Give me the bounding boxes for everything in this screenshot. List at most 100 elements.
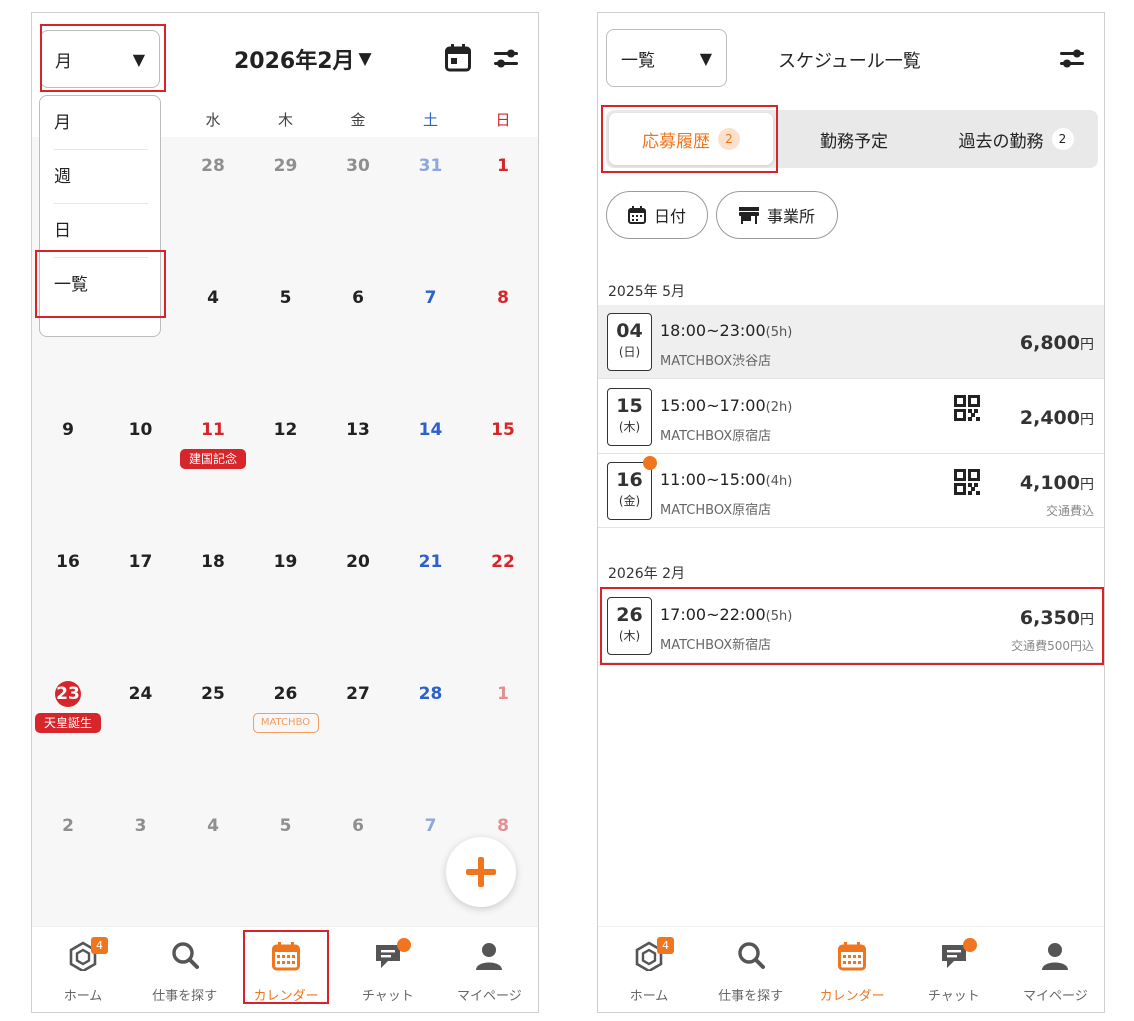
calendar-day-cell[interactable]: 4 [177,269,249,401]
calendar-day-cell[interactable]: 3 [105,797,177,929]
qr-code-icon[interactable] [954,395,980,421]
view-option-0[interactable]: 月 [54,96,148,150]
calendar-day-cell[interactable]: 7 [395,269,467,401]
calendar-day-cell[interactable]: 30 [322,137,394,269]
calendar-day-cell[interactable]: 28 [395,665,467,797]
calendar-day-cell[interactable]: 15 [467,401,538,533]
event-chip[interactable]: MATCHBO [252,713,319,733]
schedule-item[interactable]: 04 (日) 18:00~23:00(5h) MATCHBOX渋谷店 6,800円 [598,305,1104,379]
calendar-day-cell[interactable]: 1 [467,137,538,269]
highlight-calendar-tab [243,930,329,1004]
nav-home[interactable]: 4 ホーム [32,927,134,1012]
calendar-day-cell[interactable]: 26 MATCHBO [250,665,322,797]
calendar-day-cell[interactable]: 11 建国記念 [177,401,249,533]
calendar-day-cell[interactable]: 8 [467,269,538,401]
day-number: 12 [273,420,298,440]
calendar-day-cell[interactable]: 5 [250,797,322,929]
notification-badge: 4 [91,937,108,954]
calendar-day-cell[interactable]: 29 [250,137,322,269]
calendar-day-cell[interactable]: 10 [105,401,177,533]
tab-scheduled-work[interactable]: 勤務予定 [776,110,932,168]
day-number: 4 [207,288,219,308]
duration: (5h) [765,325,793,340]
store-name: MATCHBOX原宿店 [660,503,772,518]
store-name: MATCHBOX渋谷店 [660,354,772,369]
weekday-label: 水 [205,111,221,129]
nav-chat[interactable]: チャット [903,927,1005,1012]
tab-label: 勤務予定 [820,131,888,152]
day-number: 5 [279,816,292,836]
schedule-item[interactable]: 15 (木) 15:00~17:00(2h) MATCHBOX原宿店 2,400円 [598,380,1104,454]
tab-past-work[interactable]: 過去の勤務 2 [936,110,1096,168]
calendar-day-cell[interactable]: 22 [467,533,538,665]
tab-label: 過去の勤務 [958,131,1044,152]
month-section-label: 2026年 2月 [608,566,685,582]
qr-code-icon[interactable] [954,469,980,495]
holiday-label: 建国記念 [180,449,246,469]
bottom-navigation: 4 ホーム 仕事を探す カレンダー チャット マイページ [598,926,1104,1012]
shift-time: 11:00~15:00(4h) [660,470,792,489]
nav-chat[interactable]: チャット [337,927,439,1012]
calendar-day-cell[interactable]: 1 [467,665,538,797]
nav-calendar[interactable]: カレンダー [801,927,903,1012]
calendar-day-cell[interactable]: 19 [250,533,322,665]
date-box: 16 (金) [607,462,652,520]
chevron-down-icon: ▼ [699,48,712,68]
calendar-day-cell[interactable]: 12 [250,401,322,533]
date-day: 16 [616,469,643,491]
calendar-today-icon[interactable] [445,44,471,72]
day-number: 13 [346,420,370,440]
calendar-day-cell[interactable]: 24 [105,665,177,797]
calendar-day-cell[interactable]: 28 [177,137,249,269]
view-mode-select[interactable]: 一覧 ▼ [606,29,727,87]
nav-mypage[interactable]: マイページ [1004,927,1104,1012]
calendar-day-cell[interactable]: 25 [177,665,249,797]
nav-search[interactable]: 仕事を探す [134,927,236,1012]
calendar-day-cell[interactable]: 27 [322,665,394,797]
calendar-day-cell[interactable]: 14 [395,401,467,533]
nav-label: ホーム [63,989,103,1004]
add-button[interactable] [446,837,516,907]
day-number: 3 [134,816,147,836]
schedule-item[interactable]: 16 (金) 11:00~15:00(4h) MATCHBOX原宿店 4,100円 交通費… [598,454,1104,528]
notification-badge: 4 [657,937,674,954]
wage-amount: 2,400円 [1020,407,1094,429]
highlight-application-tab [601,105,778,173]
month-picker[interactable]: 2026年2月 ▼ [234,43,372,75]
calendar-day-cell[interactable]: 6 [322,269,394,401]
day-number: 27 [346,684,370,704]
nav-home[interactable]: 4 ホーム [598,927,700,1012]
calendar-day-cell[interactable]: 5 [250,269,322,401]
nav-mypage[interactable]: マイページ [438,927,538,1012]
filter-icon[interactable] [1060,49,1084,69]
office-filter-button[interactable]: 事業所 [716,191,838,239]
date-filter-button[interactable]: 日付 [606,191,708,239]
filter-icon[interactable] [494,49,518,69]
currency-unit: 円 [1080,337,1094,353]
nav-search[interactable]: 仕事を探す [700,927,802,1012]
day-number: 8 [497,816,509,836]
view-option-1[interactable]: 週 [54,150,148,204]
calendar-day-cell[interactable]: 20 [322,533,394,665]
price-value: 2,400 [1019,407,1080,429]
day-number: 19 [273,552,298,572]
calendar-day-cell[interactable]: 23 天皇誕生 [32,665,104,797]
calendar-day-cell[interactable]: 2 [32,797,104,929]
calendar-day-cell[interactable]: 18 [177,533,249,665]
weekday-label: 日 [495,111,511,129]
calendar-day-cell[interactable]: 6 [322,797,394,929]
calendar-day-cell[interactable]: 16 [32,533,104,665]
date-weekday: (日) [618,345,641,359]
date-box: 04 (日) [607,313,652,371]
calendar-day-cell[interactable]: 21 [395,533,467,665]
calendar-day-cell[interactable]: 4 [177,797,249,929]
calendar-day-cell[interactable]: 17 [105,533,177,665]
duration: (2h) [765,400,793,415]
price-value: 6,800 [1019,332,1080,354]
calendar-day-cell[interactable]: 31 [395,137,467,269]
nav-label: ホーム [629,989,669,1004]
calendar-day-cell[interactable]: 9 [32,401,104,533]
calendar-day-cell[interactable]: 13 [322,401,394,533]
duration: (4h) [765,474,793,489]
wage-amount: 4,100円 [1020,472,1094,494]
